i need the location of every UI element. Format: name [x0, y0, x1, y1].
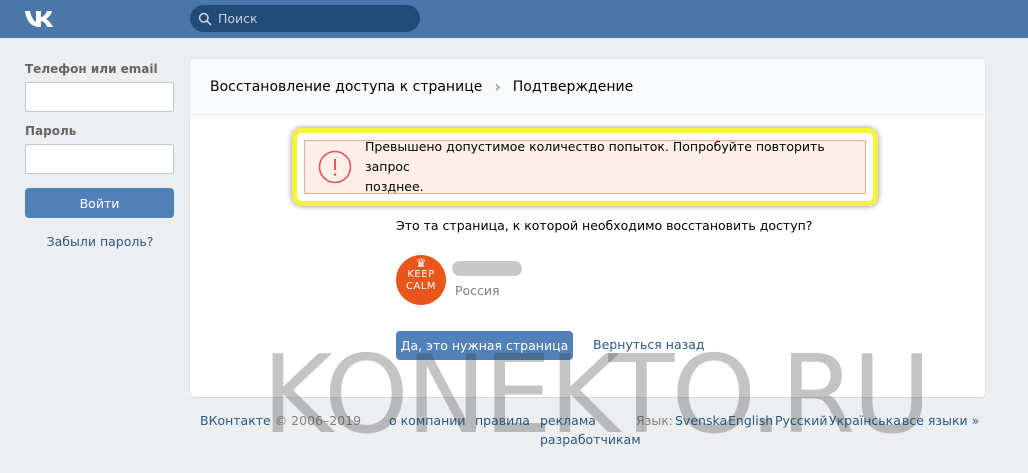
footer-brand[interactable]: ВКонтакте [200, 413, 271, 428]
lang-all[interactable]: все языки » [902, 413, 979, 428]
footer-link-ads[interactable]: реклама [540, 413, 596, 428]
vk-logo-icon[interactable] [24, 8, 60, 30]
blurred-user-name [452, 261, 522, 276]
phone-email-input[interactable] [25, 82, 174, 112]
footer-link-rules[interactable]: правила [475, 413, 530, 428]
error-text: Превышено допустимое количество попыток.… [365, 137, 865, 197]
phone-label: Телефон или email [25, 62, 158, 76]
go-back-link[interactable]: Вернуться назад [593, 337, 705, 352]
lang-russian[interactable]: Русский [775, 413, 827, 428]
footer-link-developers[interactable]: разработчикам [540, 432, 641, 447]
password-label: Пароль [25, 124, 77, 138]
lang-english[interactable]: English [728, 413, 773, 428]
copyright: ВКонтакте © 2006–2019 [200, 413, 361, 428]
avatar-text-2: CALM [405, 281, 437, 292]
recovery-card: Восстановление доступа к странице › Подт… [190, 59, 985, 397]
confirm-page-button[interactable]: Да, это нужная страница [396, 331, 573, 360]
forgot-password-link[interactable]: Забыли пароль? [25, 234, 175, 249]
warning-icon [318, 150, 352, 184]
breadcrumb: Восстановление доступа к странице › Подт… [190, 59, 985, 115]
search-box[interactable] [190, 5, 420, 32]
search-input[interactable] [218, 11, 408, 26]
password-input[interactable] [25, 144, 174, 174]
lang-svenska[interactable]: Svenska [675, 413, 727, 428]
avatar[interactable]: ♛ KEEP CALM [396, 255, 446, 305]
confirmation-question: Это та страница, к которой необходимо во… [396, 218, 813, 233]
crown-icon: ♛ [415, 256, 427, 270]
user-country: Россия [455, 283, 500, 298]
login-sidebar: Телефон или email Пароль Войти Забыли па… [25, 62, 175, 249]
top-bar [0, 0, 1028, 38]
search-icon [198, 12, 212, 25]
breadcrumb-main[interactable]: Восстановление доступа к странице [210, 79, 482, 95]
footer-copyright-years: © 2006–2019 [270, 413, 362, 428]
login-button[interactable]: Войти [25, 188, 174, 218]
breadcrumb-separator-icon: › [494, 77, 501, 96]
error-message: Превышено допустимое количество попыток.… [304, 137, 866, 197]
error-line-2: позднее. [365, 179, 424, 194]
error-line-1: Превышено допустимое количество попыток.… [365, 139, 825, 174]
breadcrumb-current: Подтверждение [512, 78, 634, 95]
language-label: Язык: [636, 413, 673, 428]
lang-ukrainian[interactable]: Українська [829, 413, 901, 428]
avatar-text-1: KEEP [407, 269, 435, 280]
footer-link-about[interactable]: о компании [389, 413, 466, 428]
highlight-frame: Превышено допустимое количество попыток.… [292, 128, 878, 206]
